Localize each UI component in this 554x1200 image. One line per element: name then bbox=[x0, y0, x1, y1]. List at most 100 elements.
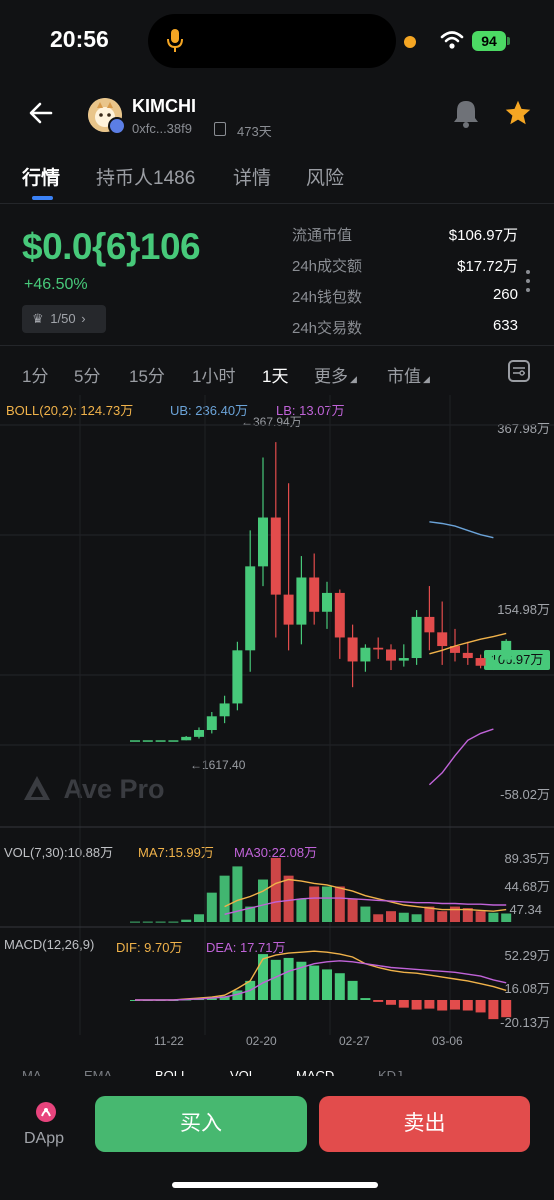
volume-bar bbox=[168, 921, 179, 923]
tab-details[interactable]: 详情 bbox=[233, 163, 271, 190]
dapp-label[interactable]: DApp bbox=[24, 1130, 64, 1148]
stat-value-trades: 633 bbox=[492, 317, 518, 334]
stat-label-trades: 24h交易数 bbox=[292, 320, 363, 337]
interval-5m[interactable]: 5分 bbox=[74, 362, 100, 387]
candle-body bbox=[232, 650, 243, 704]
macd-histogram-bar bbox=[373, 1000, 384, 1002]
macd-histogram-bar bbox=[462, 1000, 473, 1011]
chevron-right-icon: › bbox=[81, 311, 86, 326]
volume-bar bbox=[206, 892, 217, 922]
volume-bar bbox=[398, 912, 409, 922]
candle-body bbox=[258, 517, 268, 567]
interval-1d[interactable]: 1天 bbox=[262, 362, 288, 387]
copy-icon[interactable] bbox=[214, 122, 226, 136]
kline-chart[interactable] bbox=[0, 395, 554, 1060]
battery-tip bbox=[507, 37, 510, 45]
dynamic-island bbox=[148, 14, 396, 68]
interval-more-label: 更多 bbox=[314, 367, 348, 386]
buy-button[interactable]: 买入 bbox=[95, 1096, 307, 1152]
volume-bar bbox=[501, 913, 512, 922]
star-icon[interactable] bbox=[504, 99, 532, 127]
battery-indicator: 94 bbox=[472, 31, 506, 51]
volume-bar bbox=[181, 919, 192, 922]
macd-histogram-bar bbox=[334, 973, 345, 1000]
macd-histogram-bar bbox=[475, 1000, 486, 1013]
dropdown-triangle-icon: ◢ bbox=[423, 374, 430, 384]
macd-dea-line bbox=[135, 960, 507, 1001]
macd-histogram-bar bbox=[360, 998, 371, 1000]
wifi-icon bbox=[440, 31, 464, 49]
volume-bar bbox=[386, 911, 396, 922]
candle-body bbox=[411, 616, 422, 659]
candle-body bbox=[488, 659, 499, 666]
volume-bar bbox=[130, 921, 140, 923]
candle-body bbox=[296, 577, 307, 625]
interval-1m[interactable]: 1分 bbox=[22, 362, 48, 387]
volume-bar bbox=[437, 911, 448, 922]
chart-settings-icon[interactable] bbox=[508, 360, 530, 382]
macd-histogram-bar bbox=[398, 1000, 409, 1008]
candle-body bbox=[142, 740, 153, 742]
volume-bar bbox=[155, 921, 166, 923]
macd-histogram-bar bbox=[424, 1000, 435, 1009]
stat-value-volume: $17.72万 bbox=[457, 258, 518, 275]
volume-bar bbox=[258, 879, 268, 922]
candle-body bbox=[130, 740, 140, 742]
dapp-icon[interactable] bbox=[36, 1102, 56, 1122]
volume-bar bbox=[411, 914, 422, 922]
macd-histogram-bar bbox=[347, 980, 358, 1000]
candle-body bbox=[424, 616, 435, 633]
bell-icon[interactable] bbox=[452, 98, 480, 128]
interval-more[interactable]: 更多 ◢ bbox=[314, 362, 357, 387]
volume-bar bbox=[475, 911, 486, 922]
dropdown-triangle-icon: ◢ bbox=[350, 374, 357, 384]
candle-body bbox=[386, 649, 396, 661]
more-vertical-icon[interactable] bbox=[526, 270, 530, 292]
candle-body bbox=[347, 637, 358, 662]
macd-histogram-bar bbox=[437, 1000, 448, 1011]
candle-body bbox=[181, 736, 192, 741]
candle-body bbox=[270, 517, 281, 595]
token-address: 0xfc...38f9 bbox=[132, 121, 192, 136]
price-change: +46.50% bbox=[24, 276, 88, 293]
volume-bar bbox=[347, 898, 358, 922]
candle-body bbox=[334, 592, 345, 638]
stats-divider bbox=[0, 345, 554, 346]
volume-bar bbox=[194, 914, 204, 922]
interval-marketcap[interactable]: 市值 ◢ bbox=[387, 362, 430, 387]
macd-histogram-bar bbox=[258, 954, 268, 1000]
candle-body bbox=[309, 577, 320, 612]
interval-15m[interactable]: 15分 bbox=[129, 362, 165, 387]
candle-body bbox=[437, 632, 448, 647]
volume-bar bbox=[296, 898, 307, 922]
volume-bar bbox=[488, 912, 499, 922]
interval-marketcap-label: 市值 bbox=[387, 367, 421, 386]
macd-histogram-bar bbox=[309, 965, 320, 1000]
macd-histogram-bar bbox=[386, 1000, 396, 1005]
volume-bar bbox=[142, 921, 153, 923]
tab-market[interactable]: 行情 bbox=[22, 163, 60, 190]
stat-label-market-cap: 流通市值 bbox=[292, 227, 353, 244]
volume-bar bbox=[334, 886, 345, 922]
tab-holders[interactable]: 持币人1486 bbox=[96, 163, 195, 190]
macd-histogram-bar bbox=[283, 957, 294, 1000]
macd-histogram-bar bbox=[488, 1000, 499, 1020]
candle-body bbox=[360, 647, 371, 662]
macd-histogram-bar bbox=[450, 1000, 460, 1010]
tab-risk[interactable]: 风险 bbox=[306, 163, 344, 190]
volume-bar bbox=[373, 914, 384, 922]
rank-badge[interactable]: ♛ 1/50 › bbox=[22, 305, 106, 333]
candle-body bbox=[168, 740, 179, 742]
stat-label-wallets: 24h钱包数 bbox=[292, 289, 363, 306]
chain-badge-icon bbox=[108, 117, 126, 135]
volume-bar bbox=[309, 886, 320, 922]
candle-body bbox=[462, 652, 473, 659]
sell-button[interactable]: 卖出 bbox=[319, 1096, 530, 1152]
interval-1h[interactable]: 1小时 bbox=[192, 362, 235, 387]
back-arrow-icon[interactable] bbox=[28, 100, 54, 126]
volume-bar bbox=[232, 866, 243, 922]
volume-bar bbox=[360, 906, 371, 922]
candle-body bbox=[398, 658, 409, 661]
volume-bar bbox=[450, 906, 460, 922]
boll-lower-line bbox=[428, 728, 494, 786]
